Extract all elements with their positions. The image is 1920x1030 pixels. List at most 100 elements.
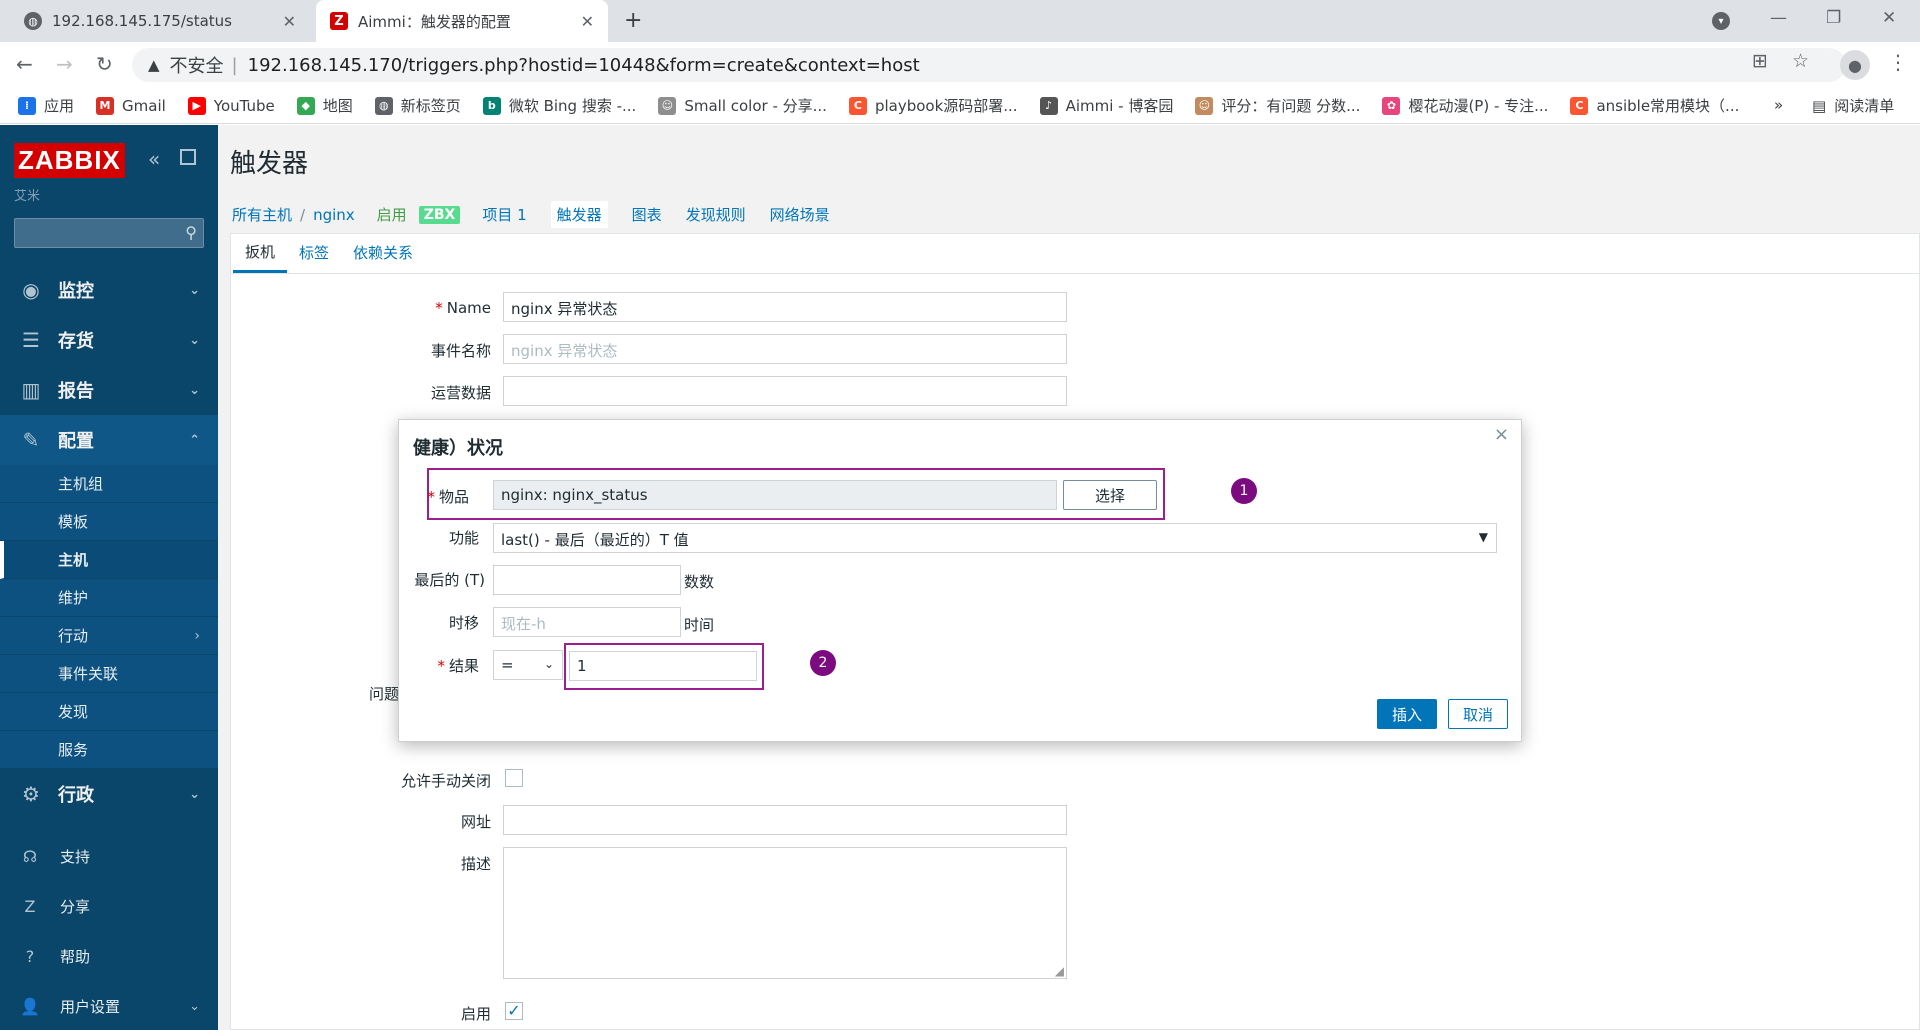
forward-icon[interactable]: → [56,52,73,76]
bookmark-item[interactable]: ▶ YouTube [187,96,275,115]
search-icon[interactable]: ⚲ [185,223,197,242]
browser-tab-zabbix[interactable]: Z Aimmi：触发器的配置 ✕ [316,0,608,42]
time-shift-input[interactable]: 现在-h [493,607,681,637]
minimize-icon[interactable]: — [1770,8,1787,28]
bookmark-item[interactable]: ☺ 评分：有问题 分数... [1195,95,1360,116]
translate-icon[interactable]: ⊞ [1752,50,1768,72]
result-operator-select[interactable]: = ⌄ [493,650,563,680]
reload-icon[interactable]: ↻ [96,52,113,76]
event-name-input[interactable]: nginx 异常状态 [503,334,1067,364]
last-t-input[interactable] [493,565,681,595]
tab-tags[interactable]: 标签 [287,242,341,273]
sidebar-search-input[interactable]: ⚲ [14,218,204,248]
label-text: Name [446,299,491,317]
browser-menu-icon[interactable]: ⋮ [1888,50,1908,74]
bookmarks-overflow-button[interactable]: » [1774,96,1783,114]
submenu-event-correlation[interactable]: 事件关联 [0,655,218,693]
reading-list-button[interactable]: ▤ 阅读清单 [1812,95,1894,116]
submenu-actions[interactable]: 行动 › [0,617,218,655]
breadcrumb-all-hosts[interactable]: 所有主机 [232,204,292,225]
collapse-sidebar-icon[interactable]: « [148,147,160,171]
tab-dependencies[interactable]: 依赖关系 [341,242,425,273]
bookmark-label: 应用 [44,97,75,115]
star-icon[interactable]: ☆ [1792,50,1809,72]
back-icon[interactable]: ← [16,52,33,76]
submenu-discovery[interactable]: 发现 [0,693,218,731]
submenu-label: 发现 [58,703,89,721]
bookmark-item[interactable]: ◆ 地图 [296,95,353,116]
host-status[interactable]: 启用 [377,204,407,225]
bookmark-item[interactable]: M Gmail [96,96,166,115]
menu-reports[interactable]: ▥ 报告 ⌄ [0,365,218,415]
reading-list-icon: ▤ [1812,96,1827,115]
bookmark-item[interactable]: ✿ 樱花动漫(P) - 专注... [1382,95,1548,116]
bookmark-item[interactable]: ☺ Small color - 分享... [658,95,827,116]
select-item-button[interactable]: 选择 [1063,480,1157,510]
url-label: 网址 [460,813,491,831]
item-input[interactable]: nginx: nginx_status [493,480,1057,510]
eye-icon: ◉ [22,278,40,302]
description-label: 描述 [460,855,491,873]
cnblogs-icon: ♪ [1039,96,1058,115]
tab-search-icon[interactable]: ▾ [1712,12,1730,30]
bookmark-item[interactable]: Cplaybook源码部署... [848,95,1018,116]
close-icon[interactable]: ✕ [283,12,296,31]
host-nav-discovery[interactable]: 发现规则 [686,204,746,225]
tab-trigger[interactable]: 扳机 [233,241,288,273]
menu-help[interactable]: ? 帮助 [0,931,218,981]
manual-close-checkbox[interactable] [505,769,523,787]
function-value: last() - 最后（最近的）T 值 [501,531,689,549]
host-nav-web[interactable]: 网络场景 [770,204,830,225]
menu-configuration[interactable]: ✎ 配置 ⌃ [0,415,218,465]
enabled-checkbox[interactable]: ✓ [505,1002,523,1020]
menu-spacer [0,819,218,831]
opdata-input[interactable] [503,376,1067,406]
resize-grip-icon[interactable]: ◢ [1055,964,1064,978]
bookmark-item[interactable]: b 微软 Bing 搜索 -... [482,95,636,116]
address-separator: | [231,54,238,76]
menu-administration[interactable]: ⚙ 行政 ⌄ [0,769,218,819]
result-value-input[interactable]: 1 [569,651,757,681]
address-bar[interactable]: ▲ 不安全 | 192.168.145.170/triggers.php?hos… [132,48,1846,82]
host-nav-items[interactable]: 项目 1 [482,204,526,225]
warning-icon: ▲ [148,56,160,74]
insert-button[interactable]: 插入 [1377,699,1437,729]
bookmark-item[interactable]: ♪ Aimmi - 博客园 [1039,95,1173,116]
browser-tab-status[interactable]: ◍ 192.168.145.175/status ✕ [10,0,310,42]
function-select[interactable]: last() - 最后（最近的）T 值 ▼ [493,523,1497,553]
bookmark-item[interactable]: ◍ 新标签页 [374,95,461,116]
breadcrumb-host[interactable]: nginx [313,206,355,224]
time-shift-unit: 时间 [684,616,715,634]
submenu-maintenance[interactable]: 维护 [0,579,218,617]
submenu-services[interactable]: 服务 [0,731,218,769]
name-input[interactable]: nginx 异常状态 [503,292,1067,322]
profile-avatar-icon[interactable]: ● [1840,50,1870,80]
description-textarea[interactable]: ◢ [503,847,1067,979]
bookmark-item[interactable]: Cansible常用模块（... [1570,95,1739,116]
menu-support[interactable]: ☊ 支持 [0,831,218,881]
chevron-down-icon: ⌄ [189,332,200,348]
submenu-host-groups[interactable]: 主机组 [0,465,218,503]
browser-toolbar: ← → ↻ ▲ 不安全 | 192.168.145.170/triggers.p… [0,42,1920,88]
maximize-icon[interactable]: ❐ [1826,8,1841,28]
host-nav-triggers[interactable]: 触发器 [550,201,608,228]
user-icon: 👤 [20,996,40,1016]
zabbix-favicon-icon: Z [330,12,348,30]
window-close-icon[interactable]: ✕ [1882,8,1896,28]
host-nav-graphs[interactable]: 图表 [632,204,662,225]
menu-inventory[interactable]: ☰ 存货 ⌄ [0,315,218,365]
url-input[interactable] [503,805,1067,835]
close-icon[interactable]: ✕ [581,12,594,31]
kiosk-mode-icon[interactable] [180,149,196,165]
submenu-hosts[interactable]: 主机 [0,541,218,579]
opdata-label: 运营数据 [430,384,491,402]
bookmark-item[interactable]: ⁞ 应用 [18,95,74,116]
zabbix-logo[interactable]: ZABBIX [14,143,125,178]
submenu-templates[interactable]: 模板 [0,503,218,541]
new-tab-button[interactable]: + [624,8,642,33]
cancel-button[interactable]: 取消 [1448,699,1508,729]
menu-monitoring[interactable]: ◉ 监控 ⌄ [0,265,218,315]
menu-share[interactable]: Z 分享 [0,881,218,931]
dialog-close-icon[interactable]: × [1494,424,1509,445]
menu-user-settings[interactable]: 👤 用户设置 ⌄ [0,981,218,1030]
